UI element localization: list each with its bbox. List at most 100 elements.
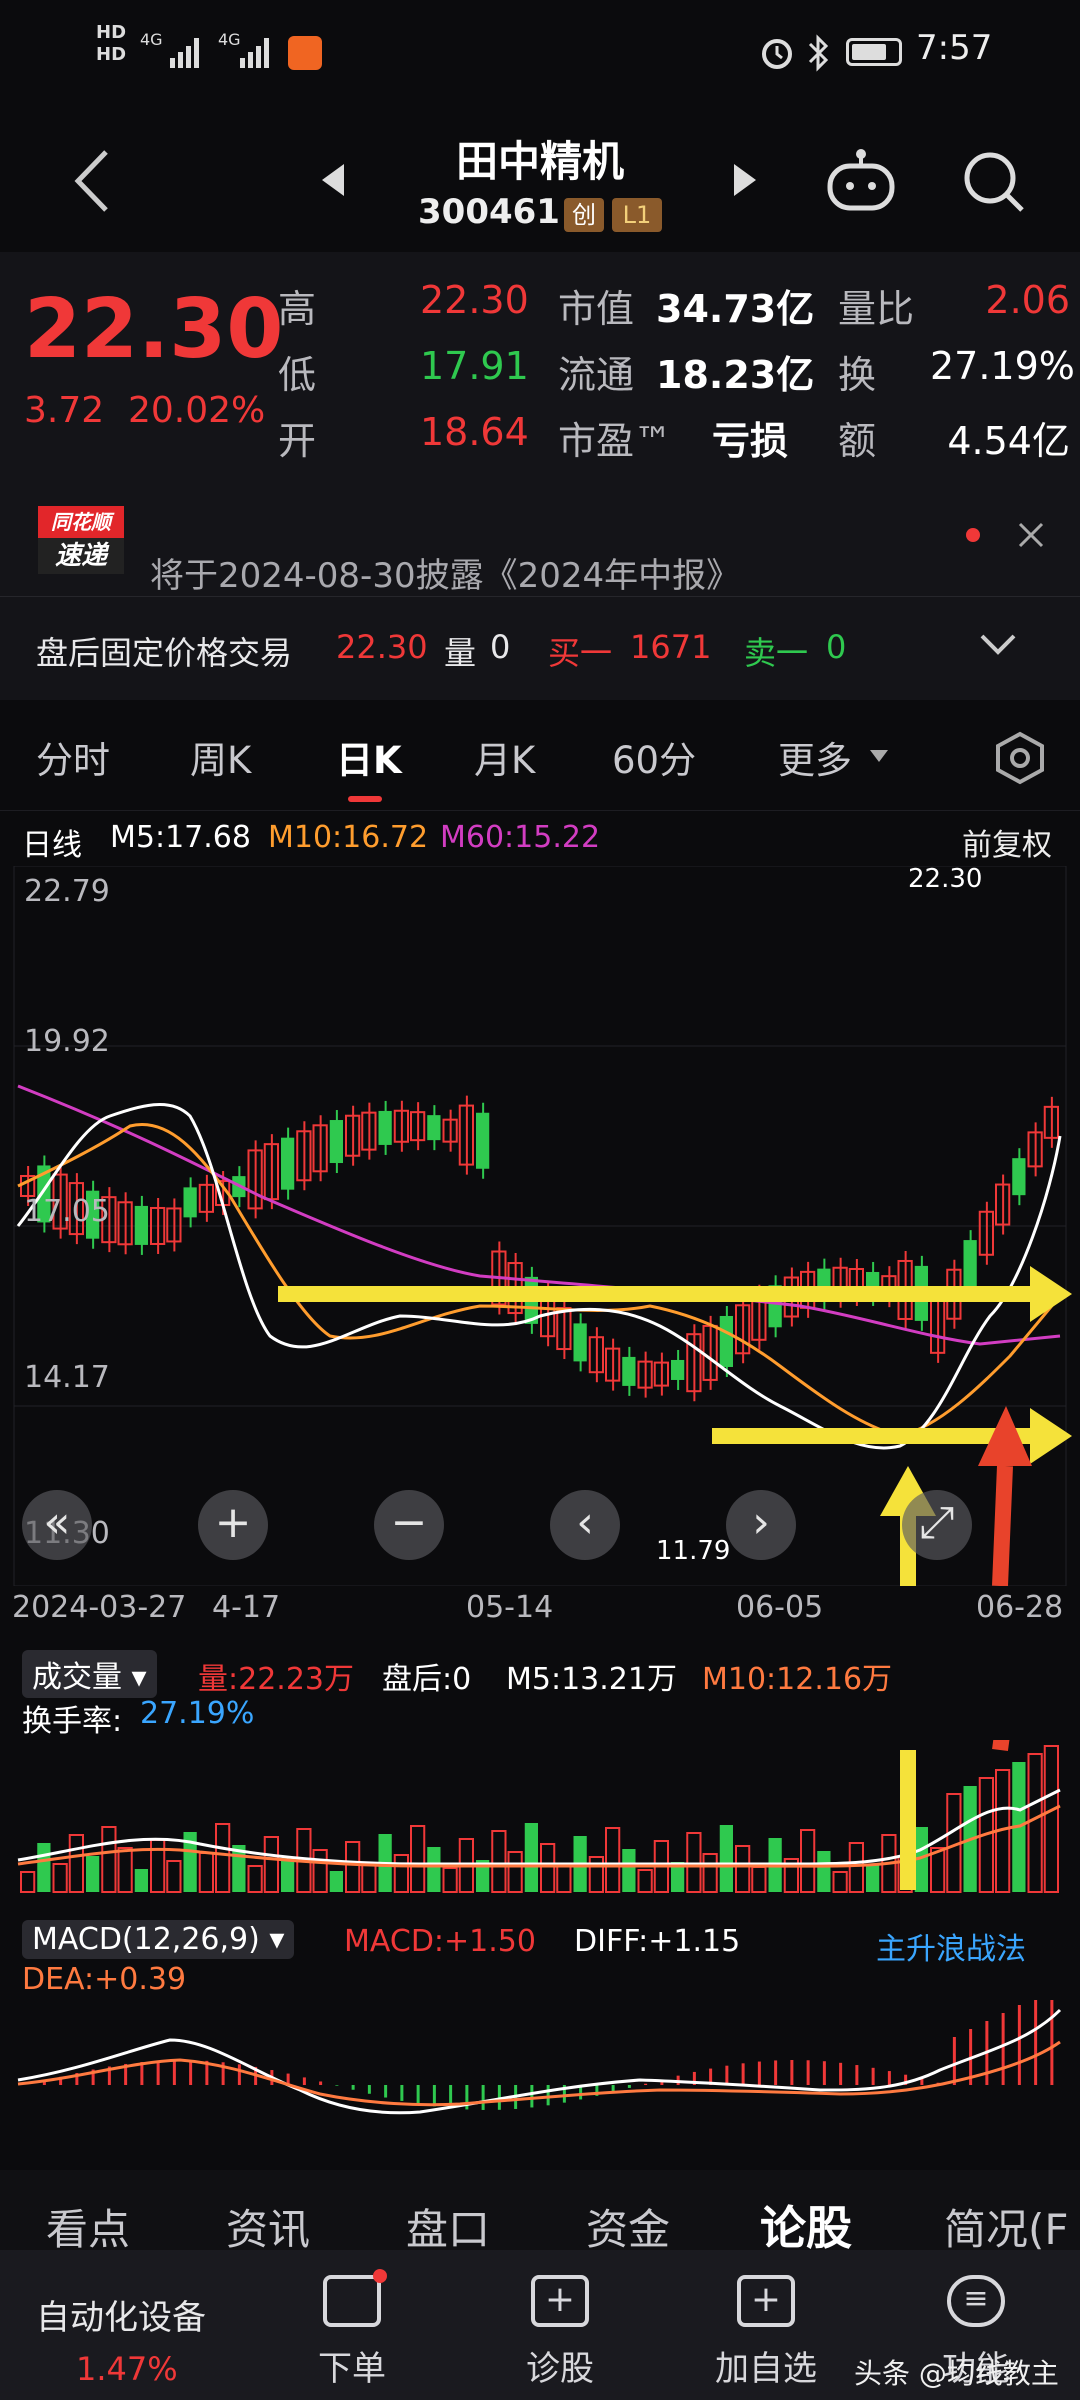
buy1-value: 1671	[630, 628, 712, 666]
after-volume: 盘后:0	[382, 1662, 472, 1697]
volume-svg	[17, 1740, 1061, 1893]
volume-bar	[637, 1869, 653, 1893]
tab-more[interactable]: 更多	[778, 730, 852, 784]
tab-60min[interactable]: 60分	[612, 730, 696, 784]
nav-order[interactable]: 下单	[262, 2269, 442, 2390]
tab-highlights[interactable]: 看点	[46, 2196, 130, 2257]
candle-body	[963, 1240, 977, 1287]
current-price: 22.30	[24, 282, 284, 377]
macd-svg	[17, 2000, 1062, 2115]
signal1-label: 4G	[140, 30, 163, 49]
y-label-1: 22.79	[24, 874, 110, 909]
unread-dot-icon	[966, 528, 980, 542]
volume-bar	[312, 1849, 328, 1893]
candle-body	[719, 1315, 733, 1367]
turnover-rate-value: 27.19%	[140, 1696, 255, 1731]
robot-assistant-icon[interactable]	[824, 146, 898, 212]
strategy-link[interactable]: 主升浪战法	[876, 1924, 1026, 1968]
volume-bar	[556, 1864, 572, 1893]
signal1-icon	[170, 30, 210, 70]
volume-bar	[37, 1843, 51, 1892]
tab-overview[interactable]: 简况(F	[944, 2196, 1069, 2257]
volume-bar	[329, 1871, 343, 1892]
stock-code: 300461	[418, 192, 560, 232]
adjust-mode[interactable]: 前复权	[962, 820, 1052, 864]
volume-bar	[198, 1852, 214, 1893]
prev-stock-icon[interactable]	[318, 160, 348, 200]
macd-chart[interactable]: MACD(12,26,9) ▾ MACD:+1.50 DIFF:+1.15 主升…	[0, 1900, 1080, 2170]
level-badge: L1	[612, 198, 662, 232]
buy1-label: 买一	[548, 634, 613, 672]
volume-bar	[215, 1823, 231, 1893]
search-icon[interactable]	[960, 148, 1026, 214]
volume-chart[interactable]: 成交量 ▾ 量:22.23万 盘后:0 M5:13.21万 M10:12.16万…	[0, 1640, 1080, 1900]
mktcap-label: 市值	[558, 287, 635, 331]
zoom-in-icon[interactable]: +	[198, 1490, 268, 1560]
m5-line	[16, 1102, 1062, 1450]
turnover-rate-label: 换手率:	[22, 1704, 123, 1739]
tab-daily[interactable]: 日K	[336, 730, 402, 784]
tab-capital[interactable]: 资金	[586, 2196, 670, 2257]
diff-value: DIFF:+1.15	[574, 1924, 741, 1959]
legend-m5: M5:17.68	[110, 820, 251, 855]
amount-label: 额	[838, 419, 877, 463]
volume-bar	[345, 1841, 361, 1893]
kline-chart[interactable]: 日线 M5:17.68 M10:16.72 M60:15.22 前复权 22.7…	[0, 810, 1080, 1640]
divider	[0, 596, 1080, 597]
volratio-value: 2.06	[985, 278, 1070, 322]
volume-bar	[832, 1871, 848, 1893]
notice-text[interactable]: 将于2024-08-30披露《2024年中报》	[150, 548, 740, 597]
volume-bar	[817, 1851, 831, 1892]
turnover-value: 27.19%	[930, 344, 1075, 388]
dea-value: DEA:+0.39	[22, 1962, 187, 1997]
volume-bar	[491, 1830, 507, 1893]
settings-hex-icon[interactable]	[992, 730, 1048, 786]
volume-bar	[117, 1847, 133, 1893]
fullscreen-icon[interactable]: ⤢	[902, 1490, 972, 1560]
nav-diagnose[interactable]: + 诊股	[470, 2275, 650, 2390]
nav-add-watch[interactable]: + 加自选	[676, 2275, 856, 2390]
amount-value: 4.54亿	[947, 419, 1070, 463]
volume-bar	[605, 1827, 621, 1893]
tab-monthly[interactable]: 月K	[474, 730, 535, 784]
tab-intraday[interactable]: 分时	[36, 730, 110, 784]
sector-change: 1.47%	[76, 2350, 178, 2388]
date-label-5: 06-28	[976, 1590, 1064, 1625]
volume-bar	[1027, 1753, 1043, 1893]
ths-logo-bottom: 速递	[38, 538, 124, 574]
turnover-label: 换	[838, 353, 877, 397]
period-tabs: 分时 周K 日K 月K 60分 更多	[0, 700, 1080, 811]
float-label: 流通	[558, 353, 635, 397]
scroll-left-icon[interactable]: ‹	[550, 1490, 620, 1560]
volume-bar	[20, 1871, 36, 1893]
zoom-out-icon[interactable]: −	[374, 1490, 444, 1560]
candle-body	[281, 1137, 295, 1190]
macd-selector[interactable]: MACD(12,26,9) ▾	[22, 1920, 295, 1959]
next-stock-icon[interactable]	[730, 160, 760, 200]
tab-news[interactable]: 资讯	[226, 2196, 310, 2257]
open-value: 18.64	[420, 410, 529, 454]
app-notification-icon	[288, 36, 322, 70]
chevron-down-icon[interactable]	[978, 630, 1018, 660]
macd-value: MACD:+1.50	[344, 1924, 536, 1959]
min-price-label: 11.79	[656, 1536, 731, 1566]
volume-bar	[622, 1849, 636, 1892]
tab-weekly[interactable]: 周K	[190, 730, 251, 784]
tab-orderbook[interactable]: 盘口	[406, 2196, 490, 2257]
volume-selector[interactable]: 成交量 ▾	[22, 1650, 157, 1698]
close-icon[interactable]	[1016, 520, 1046, 550]
scroll-right-icon[interactable]: ›	[726, 1490, 796, 1560]
info-tabs: 看点 资讯 盘口 资金 论股 简况(F	[0, 2170, 1080, 2262]
back-icon[interactable]	[70, 146, 120, 216]
legend-m10: M10:16.72	[268, 820, 429, 855]
volume-bar	[1043, 1745, 1059, 1893]
sell1-label: 卖一	[744, 634, 809, 672]
caret-down-icon	[868, 748, 890, 764]
scroll-left-fast-icon[interactable]: «	[22, 1490, 92, 1560]
volume-bar	[52, 1863, 68, 1893]
add-icon: +	[737, 2275, 795, 2327]
candle-body	[427, 1115, 441, 1141]
tab-discussion[interactable]: 论股	[760, 2192, 852, 2258]
order-icon	[323, 2269, 387, 2327]
sector-name[interactable]: 自动化设备	[36, 2290, 206, 2339]
